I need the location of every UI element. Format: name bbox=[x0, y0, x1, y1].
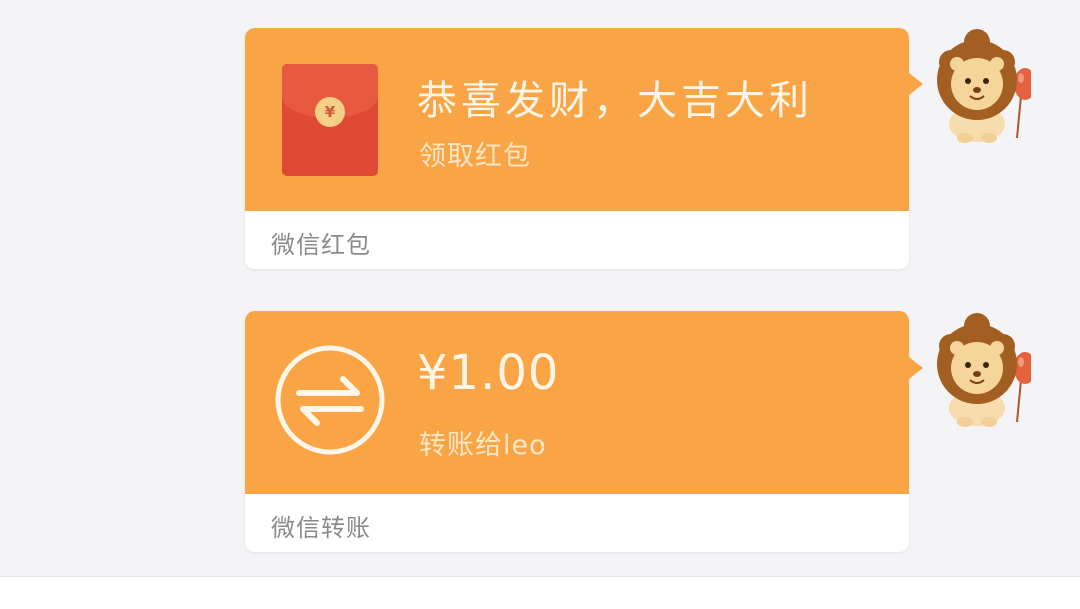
red-packet-footer-label: 微信红包 bbox=[271, 231, 371, 259]
transfer-footer-label: 微信转账 bbox=[271, 514, 371, 542]
lion-avatar[interactable] bbox=[935, 26, 1031, 146]
red-packet-message[interactable]: ¥ 恭喜发财，大吉大利 领取红包 微信红包 bbox=[245, 28, 909, 269]
transfer-body[interactable]: ¥1.00 转账给leo bbox=[245, 311, 909, 494]
transfer-arrows-icon bbox=[275, 345, 385, 455]
chat-area: ¥ 恭喜发财，大吉大利 领取红包 微信红包 ¥1.00 转账给leo 微信转账 bbox=[0, 0, 1080, 576]
transfer-footer: 微信转账 bbox=[245, 494, 909, 552]
transfer-subtitle: 转账给leo bbox=[419, 430, 547, 461]
red-packet-title: 恭喜发财，大吉大利 bbox=[417, 78, 813, 124]
red-packet-footer: 微信红包 bbox=[245, 211, 909, 269]
envelope-coin: ¥ bbox=[315, 97, 345, 127]
red-envelope-icon: ¥ bbox=[282, 64, 378, 176]
transfer-amount: ¥1.00 bbox=[417, 345, 560, 401]
red-packet-subtitle: 领取红包 bbox=[419, 141, 531, 172]
bubble-tail bbox=[909, 357, 923, 379]
input-bar bbox=[0, 576, 1080, 609]
red-packet-body[interactable]: ¥ 恭喜发财，大吉大利 领取红包 bbox=[245, 28, 909, 211]
bubble-tail bbox=[909, 73, 923, 95]
lion-avatar[interactable] bbox=[935, 310, 1031, 430]
transfer-message[interactable]: ¥1.00 转账给leo 微信转账 bbox=[245, 311, 909, 552]
